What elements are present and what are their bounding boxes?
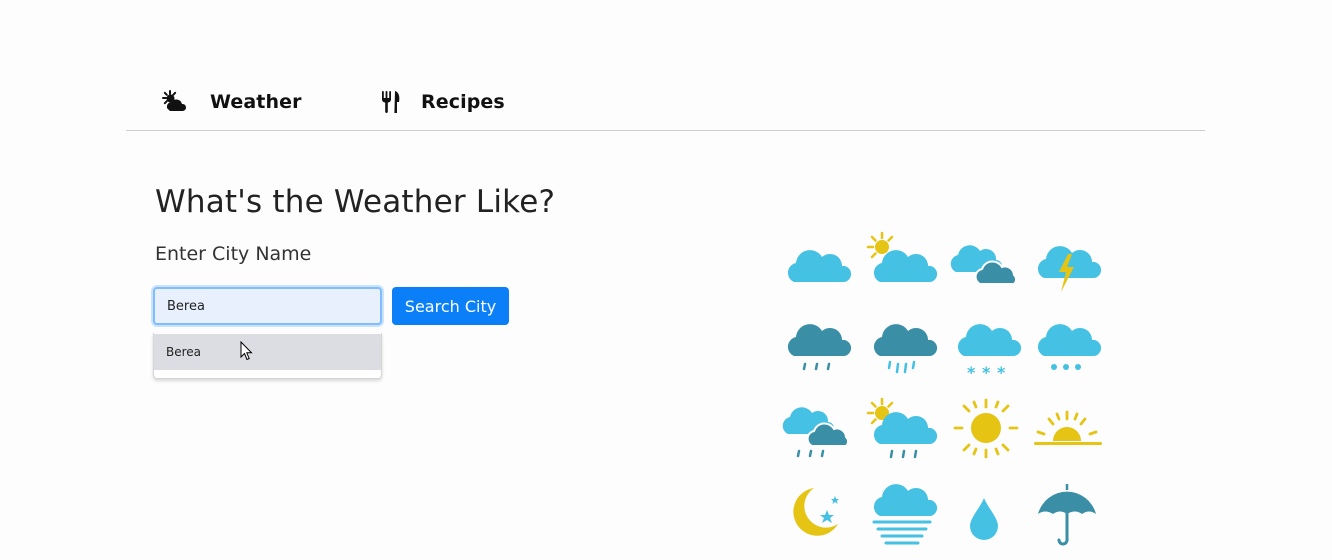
overcast-icon bbox=[946, 228, 1022, 304]
nav-label-recipes: Recipes bbox=[421, 91, 505, 113]
hail-icon bbox=[1030, 312, 1106, 388]
sunset-icon bbox=[1030, 396, 1106, 472]
night-icon bbox=[788, 480, 864, 556]
mouse-pointer-icon bbox=[240, 340, 254, 361]
city-label: Enter City Name bbox=[155, 243, 312, 265]
svg-text:*: * bbox=[997, 363, 1006, 382]
fog-icon bbox=[868, 480, 944, 556]
nav-label-weather: Weather bbox=[210, 91, 302, 113]
heavy-rain-icon bbox=[866, 312, 942, 388]
autocomplete-dropdown: Berea bbox=[153, 333, 382, 379]
nav-item-weather[interactable]: Weather bbox=[160, 88, 302, 116]
fork-knife-icon bbox=[377, 88, 405, 116]
umbrella-icon bbox=[1030, 480, 1106, 556]
rain-icon bbox=[780, 312, 856, 388]
cloud-icon bbox=[780, 228, 856, 304]
weather-icons-illustration: * * * bbox=[778, 228, 1118, 560]
top-nav: Weather Recipes bbox=[126, 80, 1205, 131]
nav-item-recipes[interactable]: Recipes bbox=[377, 88, 505, 116]
rain-showers-icon bbox=[778, 396, 854, 472]
thunderstorm-icon bbox=[1030, 228, 1106, 304]
sun-cloud-icon bbox=[160, 88, 188, 116]
snow-icon: * * * bbox=[950, 312, 1026, 388]
page-title: What's the Weather Like? bbox=[155, 184, 556, 220]
svg-text:*: * bbox=[982, 363, 991, 382]
page: Weather Recipes What's the Weather Like?… bbox=[0, 0, 1332, 560]
sun-icon bbox=[950, 396, 1026, 472]
search-city-button[interactable]: Search City bbox=[392, 287, 509, 325]
autocomplete-item[interactable]: Berea bbox=[154, 334, 381, 370]
raindrop-icon bbox=[950, 480, 1026, 556]
partly-sunny-icon bbox=[862, 228, 938, 304]
svg-text:*: * bbox=[967, 363, 976, 382]
city-search-input[interactable] bbox=[153, 287, 382, 325]
sun-shower-icon bbox=[862, 396, 938, 472]
